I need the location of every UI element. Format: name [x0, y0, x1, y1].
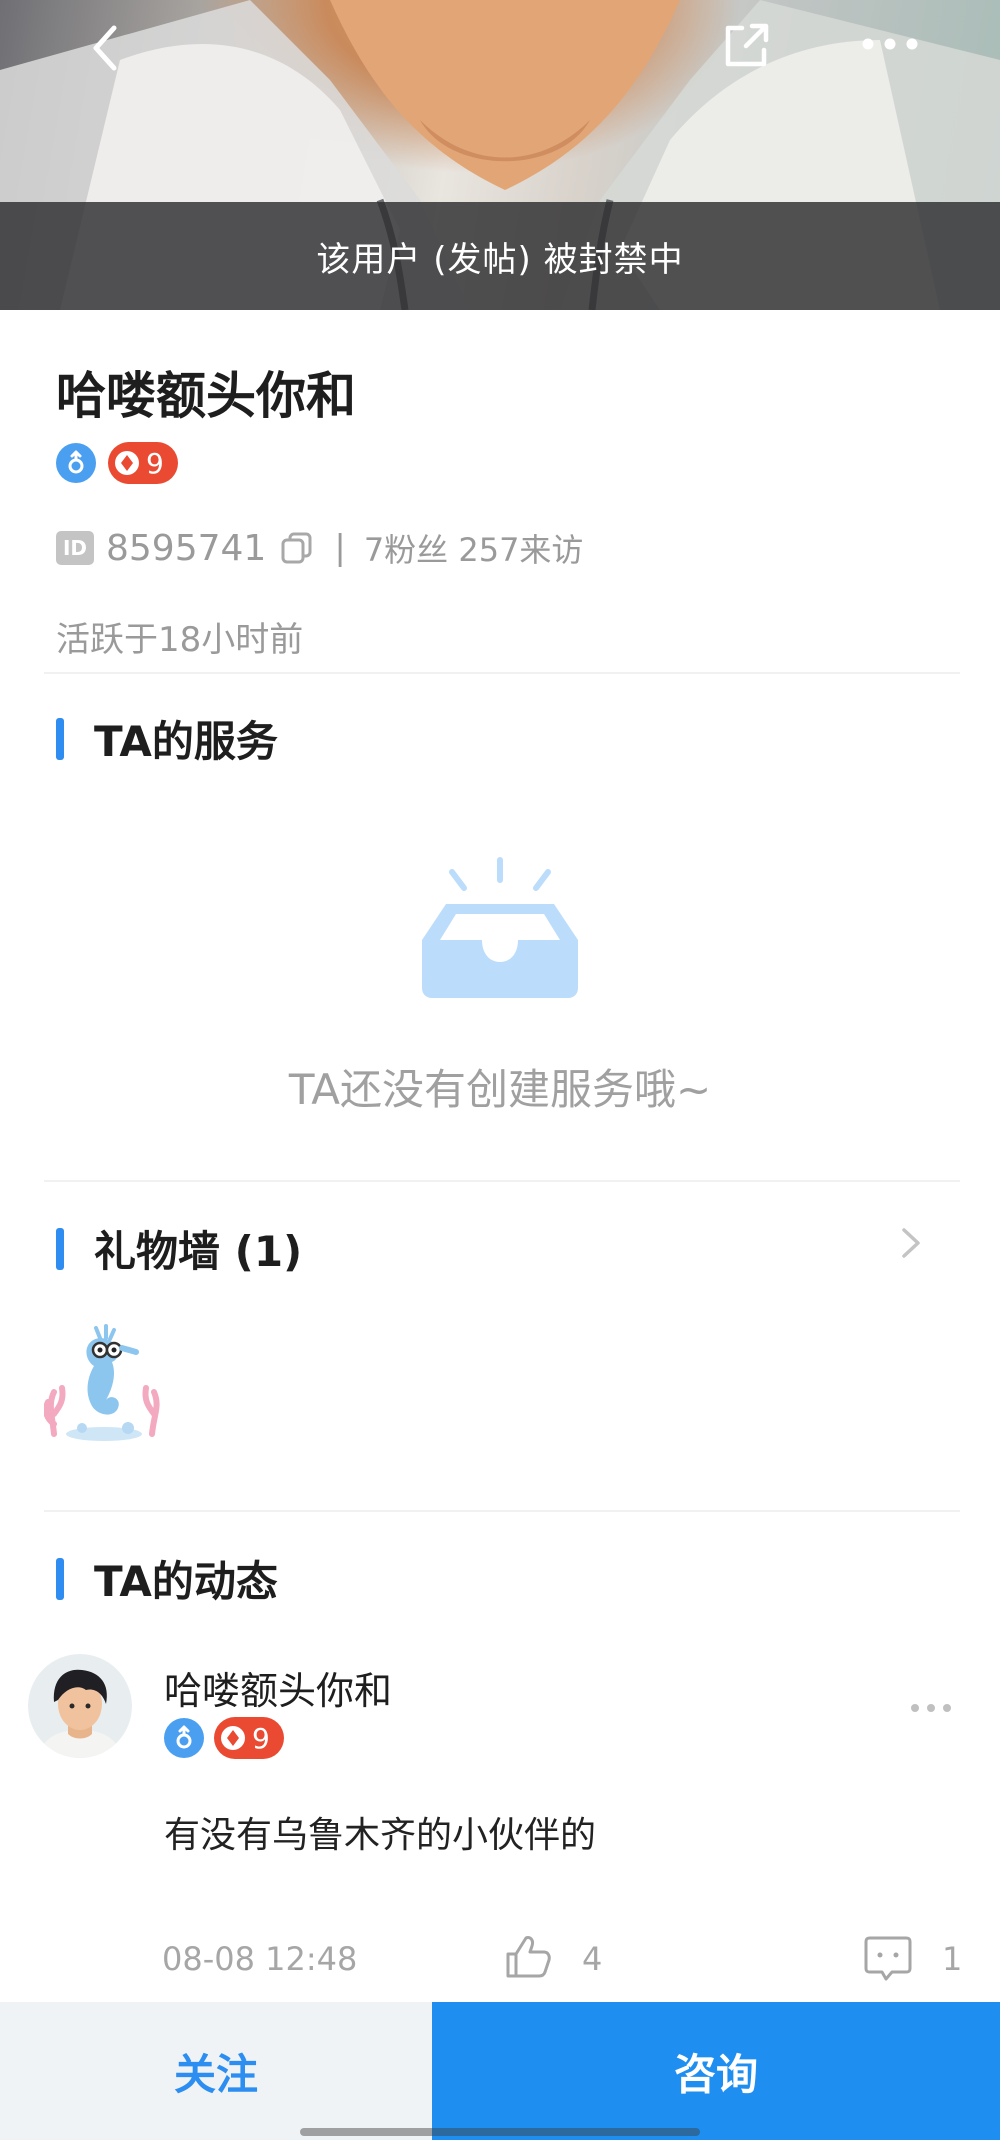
post-content[interactable]: 有没有乌鲁木齐的小伙伴的	[164, 1806, 596, 1858]
comment-icon[interactable]	[862, 1932, 914, 1984]
post-more-icon[interactable]	[908, 1700, 954, 1716]
bottom-action-bar: 关注 咨询	[0, 2002, 1000, 2140]
level-badge: 9	[108, 442, 178, 484]
level-number: 9	[146, 446, 164, 480]
avatar[interactable]	[28, 1654, 132, 1758]
gift-wall-section-title[interactable]: 礼物墙 (1)	[56, 1218, 302, 1279]
services-section-title: TA的服务	[56, 708, 278, 769]
profile-cover: 该用户 (发帖) 被封禁中	[0, 0, 1000, 310]
copy-icon[interactable]	[280, 531, 314, 565]
chevron-right-icon[interactable]	[896, 1222, 926, 1264]
follower-visitor-stats[interactable]: 7粉丝 257来访	[364, 525, 584, 571]
divider	[44, 672, 960, 674]
post-timestamp: 08-08 12:48	[162, 1940, 358, 1978]
share-icon[interactable]	[716, 16, 776, 76]
id-row: ID 8595741 | 7粉丝 257来访	[56, 525, 583, 571]
profile-name: 哈喽额头你和	[56, 367, 356, 425]
male-icon	[164, 1718, 204, 1758]
active-status: 活跃于18小时前	[56, 620, 304, 660]
diamond-icon	[221, 1726, 245, 1750]
thumbs-up-icon[interactable]	[502, 1932, 552, 1982]
male-icon	[56, 443, 96, 483]
home-indicator[interactable]	[300, 2128, 700, 2136]
consult-button[interactable]: 咨询	[432, 2002, 1000, 2140]
ban-notice-text: 该用户 (发帖) 被封禁中	[316, 239, 684, 280]
ban-notice-bar: 该用户 (发帖) 被封禁中	[0, 202, 1000, 310]
comment-count: 1	[942, 1940, 963, 1978]
separator: |	[334, 528, 346, 568]
seahorse-gift-icon[interactable]	[44, 1314, 164, 1444]
user-id: 8595741	[106, 527, 267, 569]
empty-inbox-icon	[422, 857, 578, 998]
diamond-icon	[115, 451, 139, 475]
empty-services-text: TA还没有创建服务哦~	[288, 1065, 712, 1114]
more-icon[interactable]	[856, 22, 926, 62]
like-count: 4	[582, 1940, 603, 1978]
section-accent-bar	[56, 1557, 64, 1600]
follow-button[interactable]: 关注	[0, 2002, 432, 2140]
section-accent-bar	[56, 717, 64, 760]
id-icon: ID	[56, 531, 94, 565]
section-accent-bar	[56, 1227, 64, 1270]
level-number: 9	[252, 1721, 270, 1755]
gift-wall-title: 礼物墙 (1)	[94, 1227, 303, 1276]
divider	[44, 1180, 960, 1182]
post-author-name[interactable]: 哈喽额头你和	[164, 1660, 392, 1715]
feed-title: TA的动态	[94, 1557, 278, 1606]
divider	[44, 1510, 960, 1512]
services-title: TA的服务	[94, 717, 278, 766]
level-badge: 9	[214, 1717, 284, 1759]
back-icon[interactable]	[78, 18, 138, 78]
feed-section-title: TA的动态	[56, 1548, 278, 1609]
